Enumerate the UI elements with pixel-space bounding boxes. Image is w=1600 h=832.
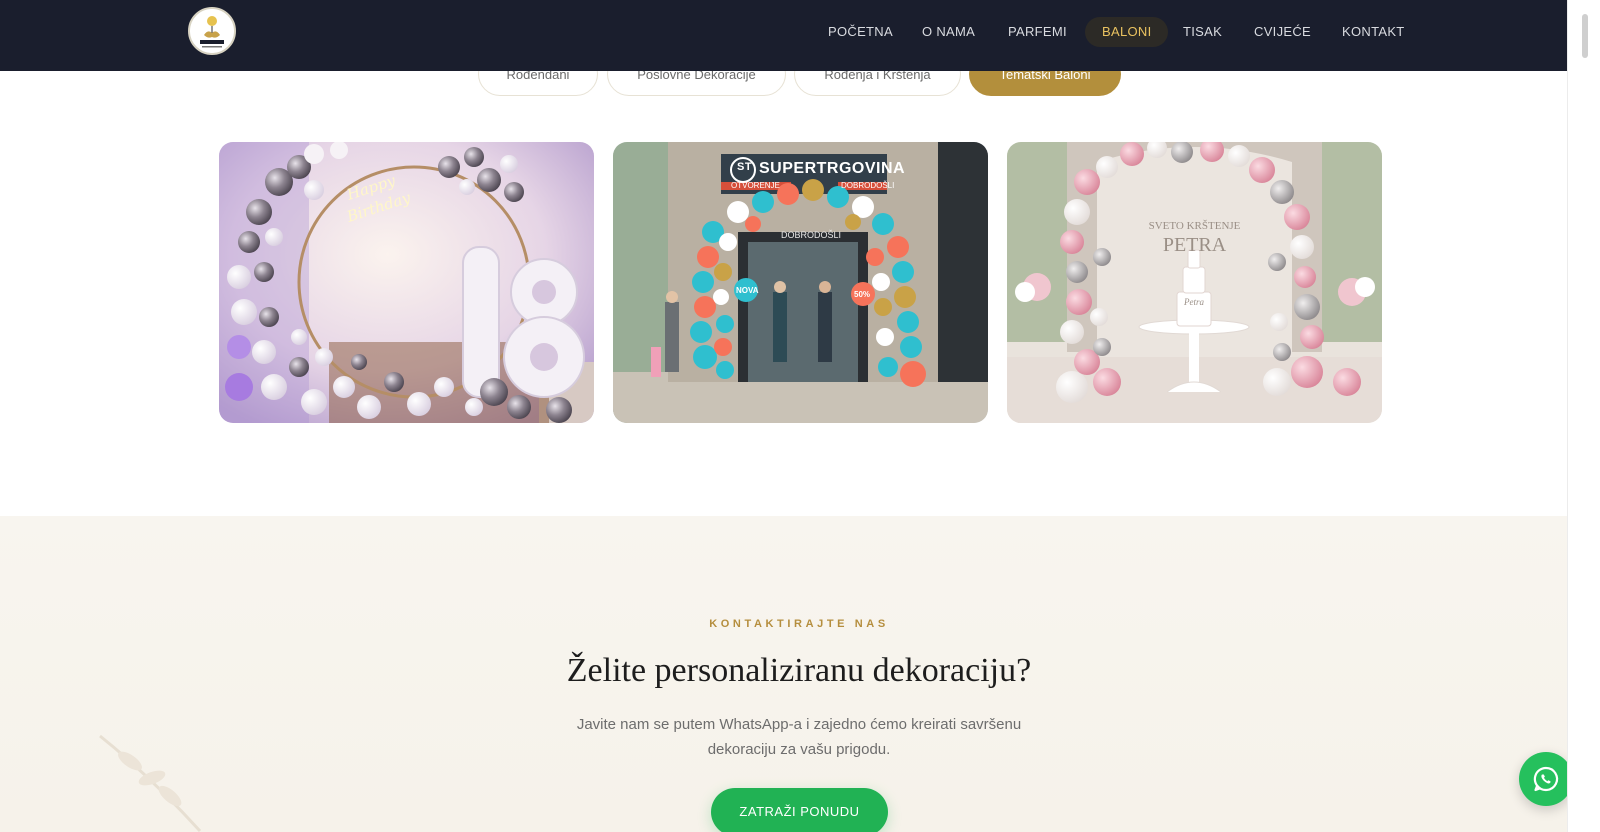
nav-item-tisak[interactable]: TISAK [1166,17,1239,47]
christening-balloon-arch-image [1007,142,1382,423]
birthday-balloon-arch-image: Happy Birthday [219,142,594,423]
store-sub-left-text: OTVORENJE [731,181,780,190]
nav-item-cvijece[interactable]: CVIJEĆE [1237,17,1328,47]
store-tag-discount: 50% [854,290,871,299]
gallery-item-store[interactable]: SUPERTRGOVINA ST OTVORENJE DOBRODOŠLI DO… [613,142,988,423]
nav-item-baloni[interactable]: BALONI [1085,17,1169,47]
store-tag-nova: NOVA [736,286,759,295]
store-sign-text: SUPERTRGOVINA [759,160,906,177]
nav-item-o-nama[interactable]: O NAMA [905,17,992,47]
nav-item-parfemi[interactable]: PARFEMI [991,17,1084,47]
christening-banner-line2: PETRA [1162,234,1227,256]
store-door-text: DOBRODOŠLI [781,230,842,240]
contact-heading: Želite personaliziranu dekoraciju? [566,652,1032,689]
nav-item-pocetna[interactable]: POČETNA [811,17,910,47]
store-sign-badge: ST [737,161,753,173]
store-sub-right-text: DOBRODOŠLI [841,181,895,190]
site-header: POČETNA O NAMA PARFEMI BALONI TISAK CVIJ… [0,0,1568,71]
decorative-leaf-icon [99,734,202,832]
main-nav: POČETNA O NAMA PARFEMI BALONI TISAK CVIJ… [0,17,1568,47]
christening-cake-text: Petra [1184,297,1204,307]
nav-item-kontakt[interactable]: KONTAKT [1325,17,1422,47]
whatsapp-button[interactable] [1519,752,1573,806]
gallery-item-christening[interactable]: SVETO KRŠTENJE PETRA Petra [1007,142,1382,423]
request-quote-button[interactable]: ZATRAŽI PONUDU [711,788,888,832]
contact-eyebrow: KONTAKTIRAJTE NAS [709,618,889,630]
contact-description: Javite nam se putem WhatsApp-a i zajedno… [576,716,1022,758]
page-scrollbar[interactable] [1567,0,1600,832]
christening-banner-line1: SVETO KRŠTENJE [1148,220,1241,232]
whatsapp-icon [1533,766,1559,792]
scrollbar-thumb[interactable] [1582,14,1588,58]
gallery-item-birthday[interactable]: Happy Birthday [219,142,594,423]
store-balloon-arch-image [613,142,988,423]
contact-section: KONTAKTIRAJTE NAS Želite personaliziranu… [0,516,1568,832]
